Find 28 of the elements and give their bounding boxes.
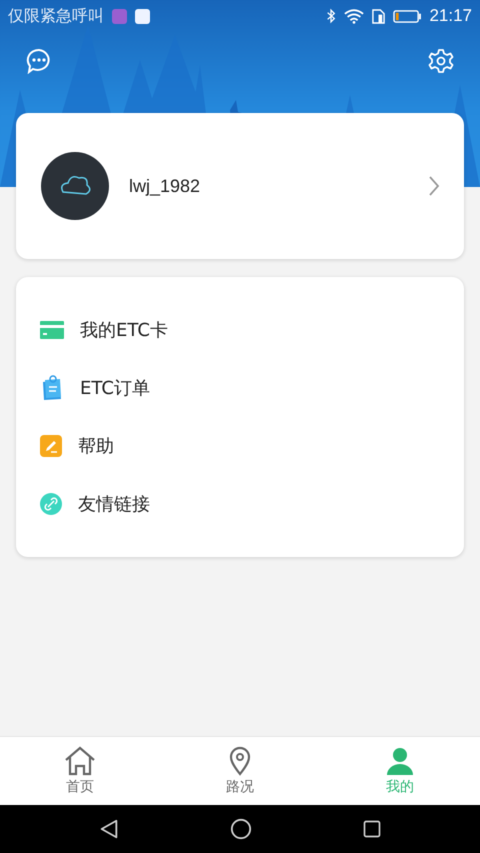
- note-icon: [40, 375, 64, 401]
- settings-icon[interactable]: [428, 48, 454, 74]
- wifi-icon: [344, 8, 364, 24]
- bluetooth-icon: [326, 8, 336, 24]
- back-icon[interactable]: [98, 818, 120, 840]
- app-icon: [112, 8, 127, 24]
- chat-icon[interactable]: [26, 48, 52, 74]
- avatar-icon: [41, 152, 109, 220]
- profile-card[interactable]: lwj_1982: [16, 113, 464, 259]
- recents-icon[interactable]: [362, 819, 382, 839]
- person-icon: [384, 746, 416, 776]
- menu-item[interactable]: 帮助: [40, 417, 464, 475]
- menu-item[interactable]: 友情链接: [40, 475, 464, 533]
- menu-item[interactable]: 我的ETC卡: [40, 301, 464, 359]
- tab[interactable]: 路况: [160, 737, 320, 805]
- tab[interactable]: 首页: [0, 737, 160, 805]
- username-text: lwj_1982: [129, 176, 202, 196]
- pencil-icon: [40, 435, 62, 457]
- home-icon: [64, 746, 96, 776]
- menu-item[interactable]: ETC订单: [40, 359, 464, 417]
- card-icon: [40, 321, 64, 339]
- clock-text: 21:17: [429, 6, 472, 26]
- sim-icon: [372, 8, 386, 24]
- chevron-right-icon: [428, 175, 440, 197]
- battery-icon: [393, 10, 422, 22]
- home-button-icon[interactable]: [230, 818, 252, 840]
- link-icon: [40, 493, 62, 515]
- carrier-text: 仅限紧急呼叫: [8, 6, 104, 26]
